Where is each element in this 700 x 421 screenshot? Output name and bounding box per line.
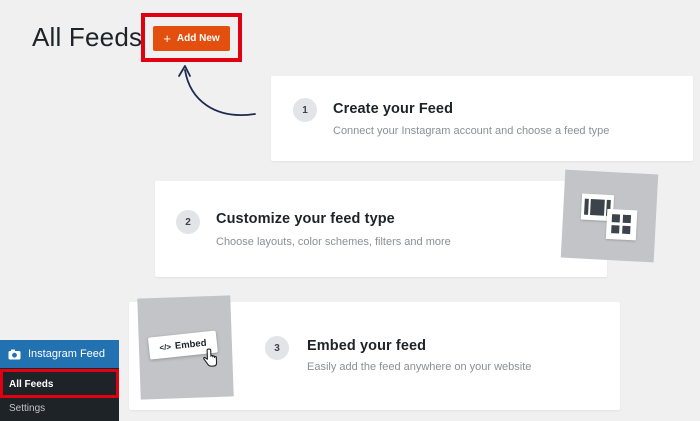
plus-icon: + [163, 31, 171, 46]
add-new-button[interactable]: + Add New [153, 26, 230, 51]
step-description-2: Choose layouts, color schemes, filters a… [216, 236, 451, 248]
step-title-2: Customize your feed type [216, 211, 395, 227]
step-number-1: 1 [293, 98, 317, 122]
sidebar-plugin-label: Instagram Feed [28, 348, 106, 360]
hand-cursor-icon [203, 348, 218, 367]
sidebar-item-settings[interactable]: Settings [0, 398, 119, 418]
sidebar-plugin-menu[interactable]: Instagram Feed [0, 340, 119, 368]
curved-arrow-icon [178, 65, 256, 116]
grid-icon [605, 208, 638, 241]
all-feeds-highlight [0, 369, 119, 398]
step-title-1: Create your Feed [333, 101, 454, 117]
code-icon: </> [158, 341, 172, 353]
step-card-1[interactable]: 1 Create your Feed Connect your Instagra… [271, 76, 693, 161]
step-title-3: Embed your feed [307, 338, 427, 354]
step-card-2[interactable]: 2 Customize your feed type Choose layout… [155, 181, 607, 277]
step-description-3: Easily add the feed anywhere on your web… [307, 361, 532, 373]
camera-icon [8, 349, 21, 359]
add-new-label: Add New [176, 33, 220, 44]
page-title: All Feeds [32, 22, 143, 52]
step-number-2: 2 [176, 210, 200, 234]
step-number-3: 3 [265, 336, 289, 360]
sidebar-item-label: Settings [9, 402, 46, 414]
step-description-1: Connect your Instagram account and choos… [333, 125, 610, 137]
layout-illustration [560, 169, 659, 263]
embed-illustration: </> Embed [137, 295, 234, 400]
